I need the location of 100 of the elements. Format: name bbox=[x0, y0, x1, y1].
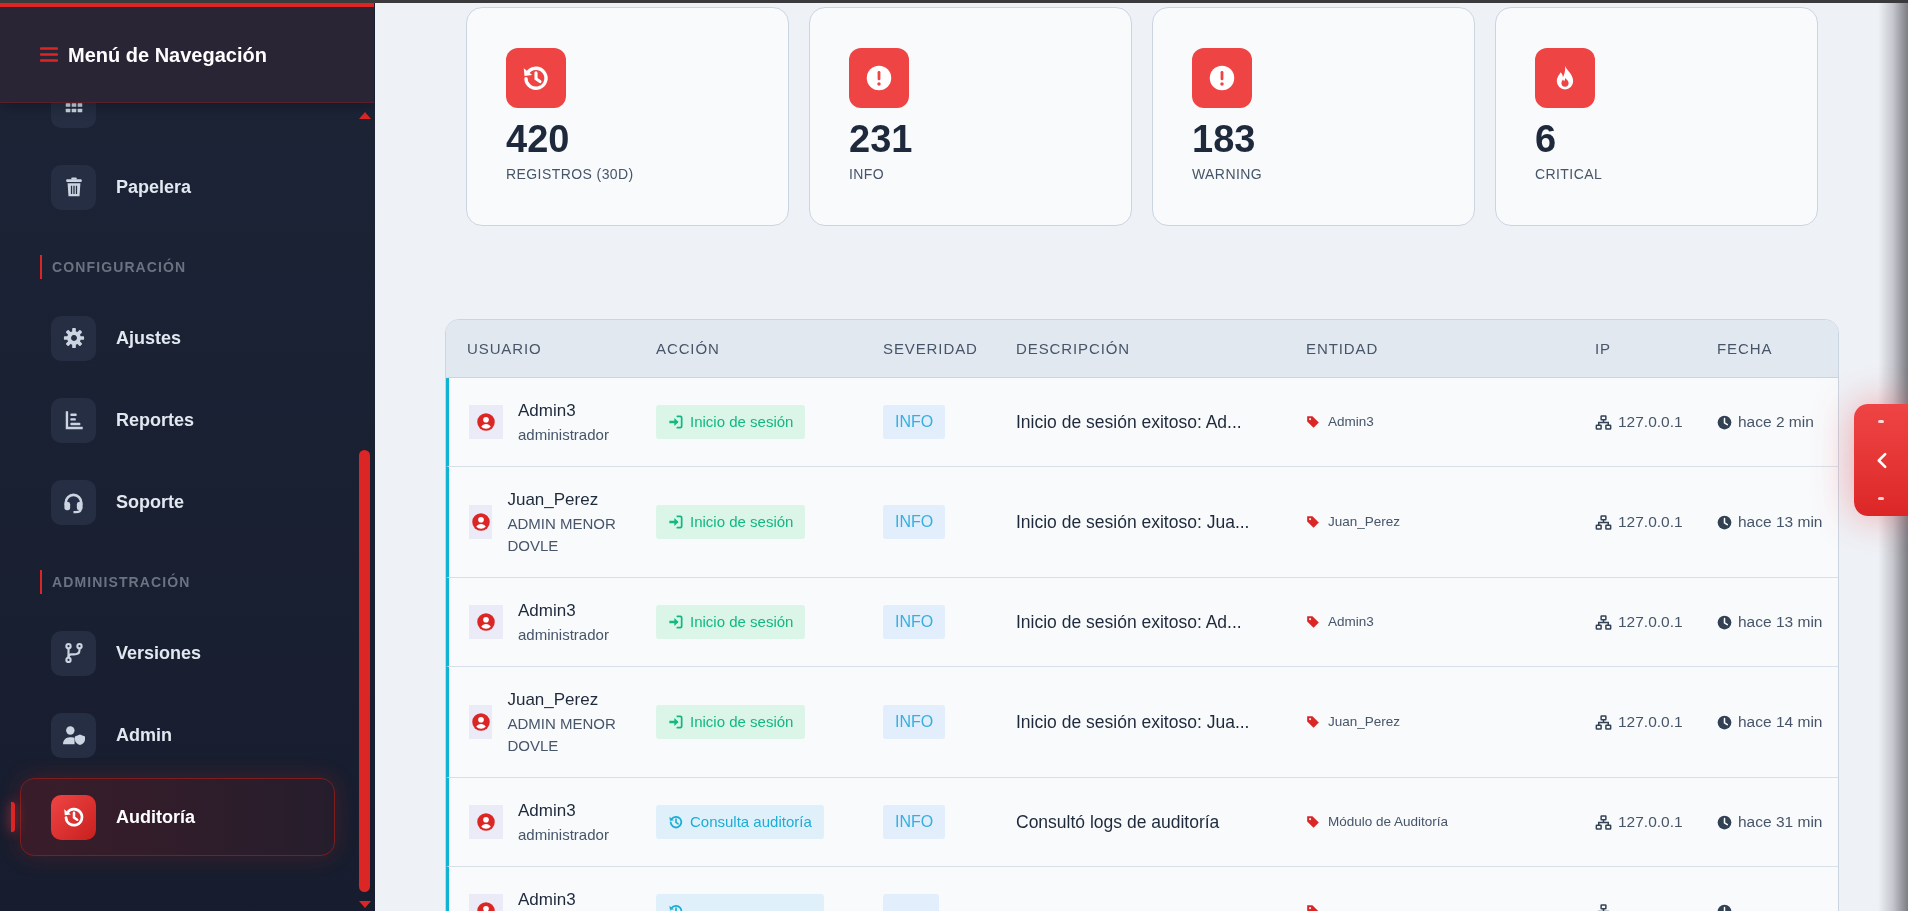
stat-label: CRITICAL bbox=[1535, 165, 1603, 184]
active-indicator bbox=[11, 802, 15, 832]
action-label: Inicio de sesión bbox=[690, 511, 794, 532]
clock-icon bbox=[1717, 414, 1732, 430]
menu-icon[interactable] bbox=[40, 47, 58, 62]
history-icon bbox=[668, 814, 684, 830]
network-icon bbox=[1595, 414, 1612, 430]
user-name: Admin3 bbox=[518, 600, 576, 621]
branch-icon bbox=[51, 630, 96, 676]
avatar-icon bbox=[469, 705, 493, 739]
user-name: Admin3 bbox=[518, 400, 576, 421]
time-text: hace 13 min bbox=[1738, 512, 1823, 532]
ip-text: 127.0.0.1 bbox=[1618, 512, 1683, 532]
user-role: ADMIN MENOR DOVLE bbox=[507, 713, 617, 756]
column-header: ACCIÓN bbox=[656, 339, 720, 357]
column-header: SEVERIDAD bbox=[883, 339, 978, 357]
sign-in-icon bbox=[668, 514, 684, 530]
trash-icon bbox=[51, 164, 96, 210]
tag-icon bbox=[1306, 715, 1320, 729]
user-name: Admin3 bbox=[518, 889, 576, 910]
table-row[interactable]: Juan_Perez ADMIN MENOR DOVLE Inicio de sesión INFO Inicio de sesión exitoso: Jua... Juan_Perez 127.0.0.1 hace 14 min bbox=[446, 667, 1838, 778]
sidebar-item[interactable]: Ajustes bbox=[51, 315, 182, 361]
user-role: administrador bbox=[518, 424, 609, 445]
headset-icon bbox=[51, 479, 96, 525]
severity-badge: INFO bbox=[883, 405, 946, 439]
stat-value: 183 bbox=[1192, 118, 1256, 160]
sign-in-icon bbox=[668, 414, 684, 430]
stat-value: 231 bbox=[849, 118, 913, 160]
table-row[interactable]: Admin3 administrador Inicio de sesión INFO Inicio de sesión exitoso: Ad... Admin3 127.0.0.1 hace 13 min bbox=[446, 578, 1838, 667]
time-text: hace 31 min bbox=[1738, 812, 1823, 832]
user-shield-icon bbox=[51, 712, 96, 758]
description-text: Inicio de sesión exitoso: Ad... bbox=[1016, 411, 1242, 433]
entity-text: Módulo de Auditoría bbox=[1328, 813, 1449, 831]
network-icon bbox=[1595, 814, 1612, 830]
user-name: Juan_Perez bbox=[507, 689, 599, 710]
table-row[interactable]: Admin3 administrador Consulta auditoría INFO Consultó logs de auditoría Módulo de Auditoría 127.0.0.1 hace 31 min bbox=[446, 778, 1838, 867]
severity-badge: INFO bbox=[883, 705, 946, 739]
section-heading: CONFIGURACIÓN bbox=[40, 255, 187, 279]
table-row[interactable]: Juan_Perez ADMIN MENOR DOVLE Inicio de sesión INFO Inicio de sesión exitoso: Jua... Juan_Perez 127.0.0.1 hace 13 min bbox=[446, 467, 1838, 578]
column-header: USUARIO bbox=[467, 339, 542, 357]
sidebar-item[interactable]: Admin bbox=[51, 712, 172, 758]
stat-label: INFO bbox=[849, 165, 885, 184]
stat-label: REGISTROS (30D) bbox=[506, 165, 634, 184]
sidebar-item[interactable]: Auditoría bbox=[20, 778, 335, 856]
clock-icon bbox=[1717, 814, 1732, 830]
sidebar-item[interactable]: Soporte bbox=[51, 479, 184, 525]
description-text: Consultó logs de auditoría bbox=[1016, 811, 1220, 833]
table-row[interactable]: Admin3 administrador Inicio de sesión INFO Inicio de sesión exitoso: Ad... Admin3 127.0.0.1 hace 2 min bbox=[446, 378, 1838, 467]
tag-icon bbox=[1306, 815, 1320, 829]
sidebar-item[interactable]: Versiones bbox=[51, 630, 202, 676]
network-icon bbox=[1595, 614, 1612, 630]
severity-badge: INFO bbox=[883, 805, 946, 839]
time-text: hace 14 min bbox=[1738, 712, 1823, 732]
column-header: IP bbox=[1595, 339, 1611, 357]
entity-text: Juan_Perez bbox=[1328, 713, 1401, 731]
severity-badge: INFO bbox=[883, 505, 946, 539]
column-header: FECHA bbox=[1717, 339, 1773, 357]
action-label: Inicio de sesión bbox=[690, 611, 794, 632]
action-label: Inicio de sesión bbox=[690, 411, 794, 432]
action-label: Inicio de sesión bbox=[690, 711, 794, 732]
section-heading: ADMINISTRACIÓN bbox=[40, 570, 191, 594]
panel-toggle-button[interactable] bbox=[1854, 404, 1908, 516]
chevron-left-icon bbox=[1875, 451, 1887, 469]
description-text: Inicio de sesión exitoso: Jua... bbox=[1016, 511, 1250, 533]
action-label: Consulta auditoría bbox=[690, 811, 812, 832]
history-icon bbox=[506, 48, 566, 108]
sign-in-icon bbox=[668, 614, 684, 630]
sidebar-title: Menú de Navegación bbox=[68, 42, 267, 68]
dash-icon bbox=[1878, 420, 1884, 423]
tag-icon bbox=[1306, 415, 1320, 429]
avatar-icon bbox=[469, 605, 503, 639]
avatar-icon bbox=[469, 505, 493, 539]
ip-text: 127.0.0.1 bbox=[1618, 712, 1683, 732]
user-name: Juan_Perez bbox=[507, 489, 599, 510]
description-text: Inicio de sesión exitoso: Ad... bbox=[1016, 611, 1242, 633]
ip-text: 127.0.0.1 bbox=[1618, 412, 1683, 432]
sidebar-item[interactable]: Papelera bbox=[51, 164, 192, 210]
scrollbar-thumb[interactable] bbox=[359, 450, 370, 892]
avatar-icon bbox=[469, 405, 503, 439]
history-icon bbox=[51, 794, 96, 840]
sidebar-item[interactable]: Reportes bbox=[51, 397, 195, 443]
ip-text: 127.0.0.1 bbox=[1618, 612, 1683, 632]
time-text: hace 13 min bbox=[1738, 612, 1823, 632]
column-header: ENTIDAD bbox=[1306, 339, 1379, 357]
user-name: Admin3 bbox=[518, 800, 576, 821]
stat-value: 420 bbox=[506, 118, 570, 160]
tag-icon bbox=[1306, 615, 1320, 629]
stat-value: 6 bbox=[1535, 118, 1557, 160]
clock-icon bbox=[1717, 714, 1732, 730]
dash-icon bbox=[1878, 497, 1884, 500]
column-header: DESCRIPCIÓN bbox=[1016, 339, 1131, 357]
bar-chart-icon bbox=[51, 397, 96, 443]
tag-icon bbox=[1306, 515, 1320, 529]
user-role: administrador bbox=[518, 624, 609, 645]
severity-badge: INFO bbox=[883, 605, 946, 639]
scroll-up-icon[interactable] bbox=[359, 112, 371, 119]
scroll-down-icon[interactable] bbox=[359, 901, 371, 908]
sign-in-icon bbox=[668, 714, 684, 730]
ip-text: 127.0.0.1 bbox=[1618, 812, 1683, 832]
time-text: hace 2 min bbox=[1738, 412, 1814, 432]
